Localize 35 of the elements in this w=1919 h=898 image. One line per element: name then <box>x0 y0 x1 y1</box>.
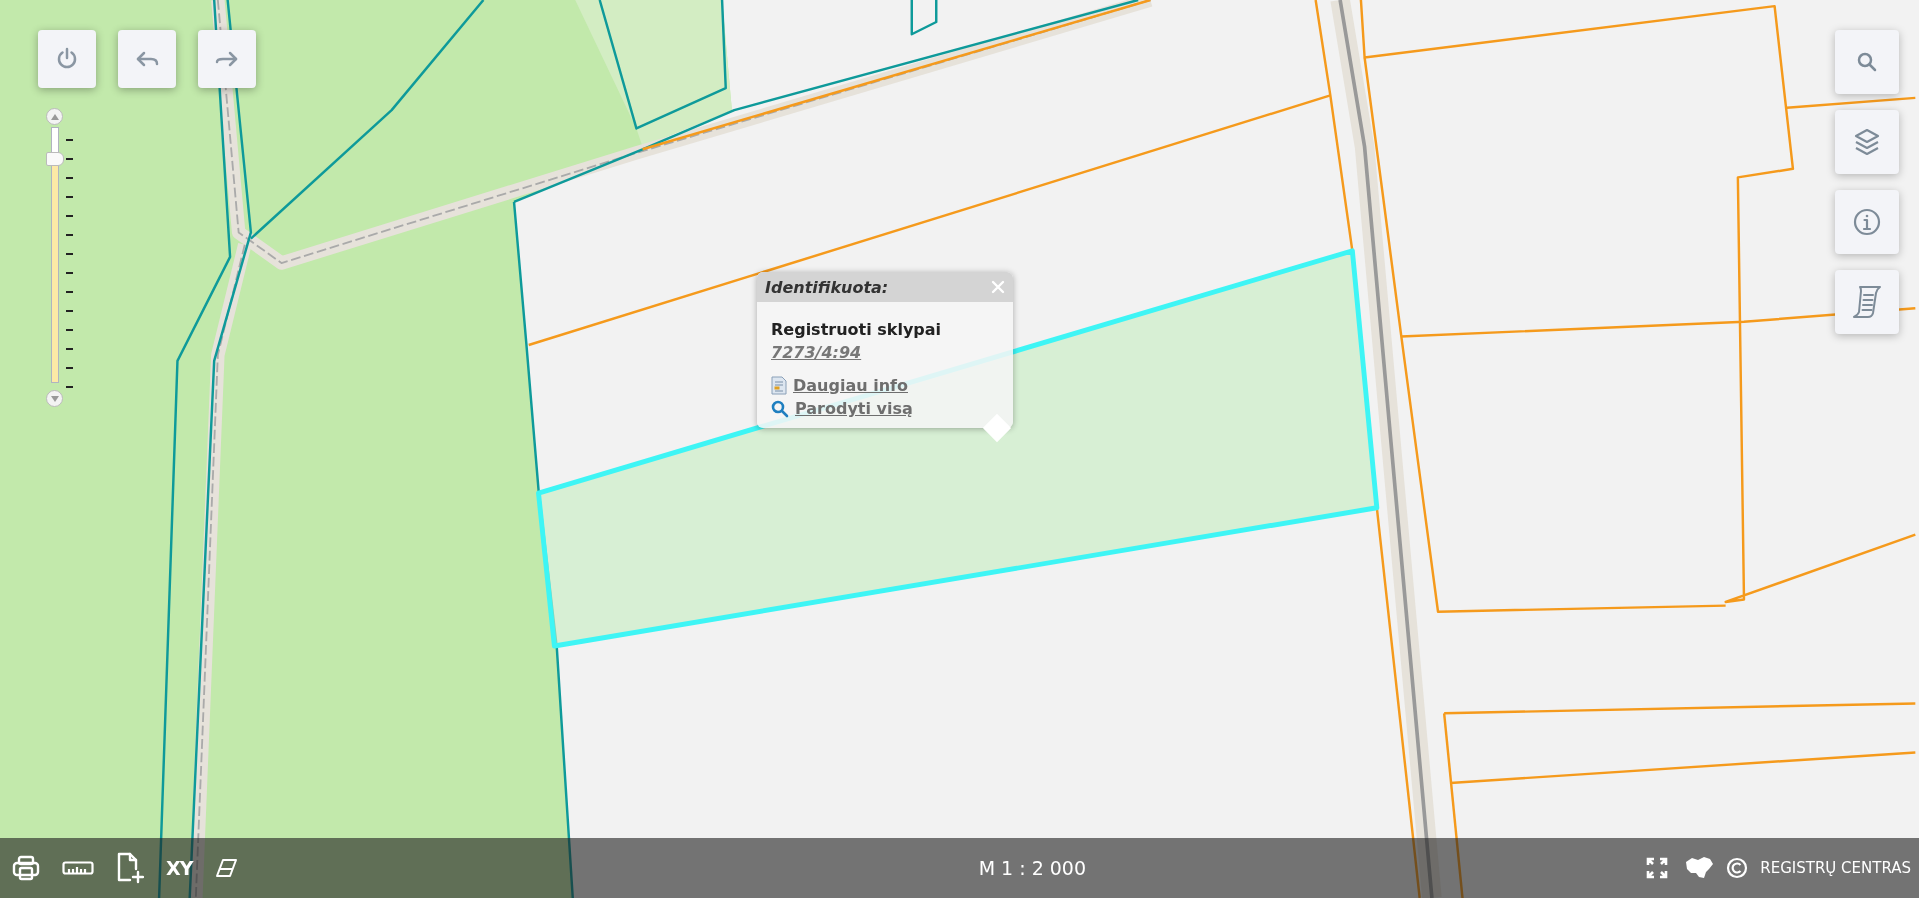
copyright-text: REGISTRŲ CENTRAS <box>1760 859 1911 877</box>
new-document-icon <box>116 852 144 884</box>
popup-title: Identifikuota: <box>765 277 889 297</box>
popup-link[interactable]: Daugiau info <box>793 376 908 395</box>
info-icon <box>1853 208 1881 236</box>
map-drawing[interactable] <box>0 0 1919 898</box>
undo-button[interactable] <box>118 30 176 88</box>
parcel-link[interactable]: 7273/4:94 <box>771 343 862 362</box>
map-scale: M 1 : 2 000 <box>978 857 1087 879</box>
legend-button[interactable] <box>1835 270 1899 334</box>
popup-link[interactable]: Parodyti visą <box>795 399 913 418</box>
layers-button[interactable] <box>1835 110 1899 174</box>
info-button[interactable] <box>1835 190 1899 254</box>
copyright-icon <box>1726 857 1749 879</box>
scroll-icon <box>1852 285 1882 319</box>
arrow-right-icon <box>215 49 239 69</box>
ruler-icon <box>62 861 94 875</box>
country-map-icon <box>1684 856 1715 880</box>
search-icon <box>1856 51 1878 73</box>
power-icon <box>55 47 79 71</box>
zoom-slider[interactable] <box>46 127 64 383</box>
search-icon <box>771 399 789 418</box>
arrow-left-icon <box>135 49 159 69</box>
coordinates-button[interactable]: XY <box>162 853 197 883</box>
power-button[interactable] <box>38 30 96 88</box>
layers-icon <box>1854 128 1880 156</box>
printer-icon <box>12 855 40 881</box>
layer-name: Registruoti sklypai <box>771 320 943 339</box>
document-icon <box>771 376 787 395</box>
search-button[interactable] <box>1835 30 1899 94</box>
eraser-icon <box>214 858 239 878</box>
caret-down-icon <box>50 395 59 402</box>
caret-up-icon <box>50 113 59 120</box>
redo-button[interactable] <box>198 30 256 88</box>
expand-icon <box>1646 857 1669 879</box>
